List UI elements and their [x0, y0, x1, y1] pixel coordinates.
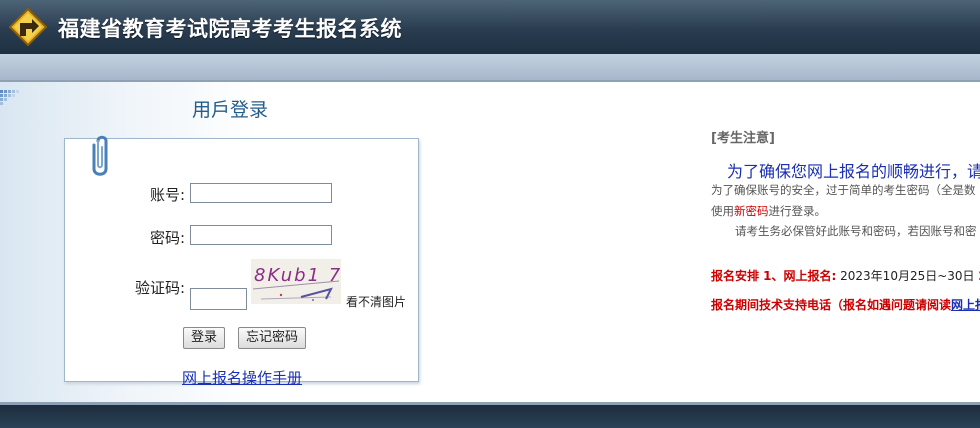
captcha-input[interactable] — [190, 288, 247, 310]
footer-bar — [0, 402, 980, 428]
diamond-arrow-logo-icon — [8, 7, 48, 47]
schedule-lead: 报名安排 1、网上报名: — [711, 269, 837, 283]
notice-line-1: 为了确保账号的安全，过于简单的考生密码（全是数 — [711, 183, 976, 197]
pixel-decoration — [0, 90, 19, 105]
manual-link[interactable]: 网上报名操作手册 — [182, 367, 302, 388]
account-input[interactable] — [190, 183, 332, 203]
login-title: 用戶登录 — [192, 99, 269, 121]
app-title: 福建省教育考试院高考考生报名系统 — [58, 17, 402, 41]
login-button[interactable]: 登录 — [183, 327, 226, 349]
notice-line-2: 使用新密码进行登录。 — [711, 203, 826, 219]
password-input[interactable] — [190, 225, 332, 245]
notice-heading: [考生注意] — [711, 131, 775, 146]
schedule-dates: 2023年10月25日~30日 — [836, 269, 979, 283]
notice-line-2-post: 进行登录。 — [768, 204, 827, 218]
captcha-image[interactable]: 8Kub1 7 — [251, 259, 341, 304]
new-password-link[interactable]: 新密码 — [734, 204, 769, 218]
password-label: 密码: — [150, 229, 186, 247]
support-link[interactable]: 网上报 — [951, 298, 980, 312]
header-bar: 福建省教育考试院高考考生报名系统 — [0, 0, 980, 54]
refresh-captcha-link[interactable]: 看不清图片 — [346, 293, 406, 310]
notice-line-3: 请考生务必保管好此账号和密码，若因账号和密 — [735, 224, 977, 238]
schedule-text: 报名安排 1、网上报名: 2023年10月25日~30日 2、 — [711, 267, 980, 284]
paperclip-icon — [92, 135, 108, 176]
forgot-password-button[interactable]: 忘记密码 — [238, 327, 307, 349]
captcha-label: 验证码: — [135, 279, 186, 297]
header-band — [0, 54, 980, 82]
support-label: 报名期间技术支持电话（报名如遇问题请阅读 — [711, 298, 952, 312]
notice-line-2-pre: 使用 — [711, 204, 734, 218]
support-text: 报名期间技术支持电话（报名如遇问题请阅读网上报 — [711, 296, 980, 313]
account-label: 账号: — [150, 186, 186, 204]
notice-main-text: 为了确保您网上报名的顺畅进行，请 — [727, 162, 980, 181]
captcha-text: 8Kub1 7 — [254, 265, 341, 286]
